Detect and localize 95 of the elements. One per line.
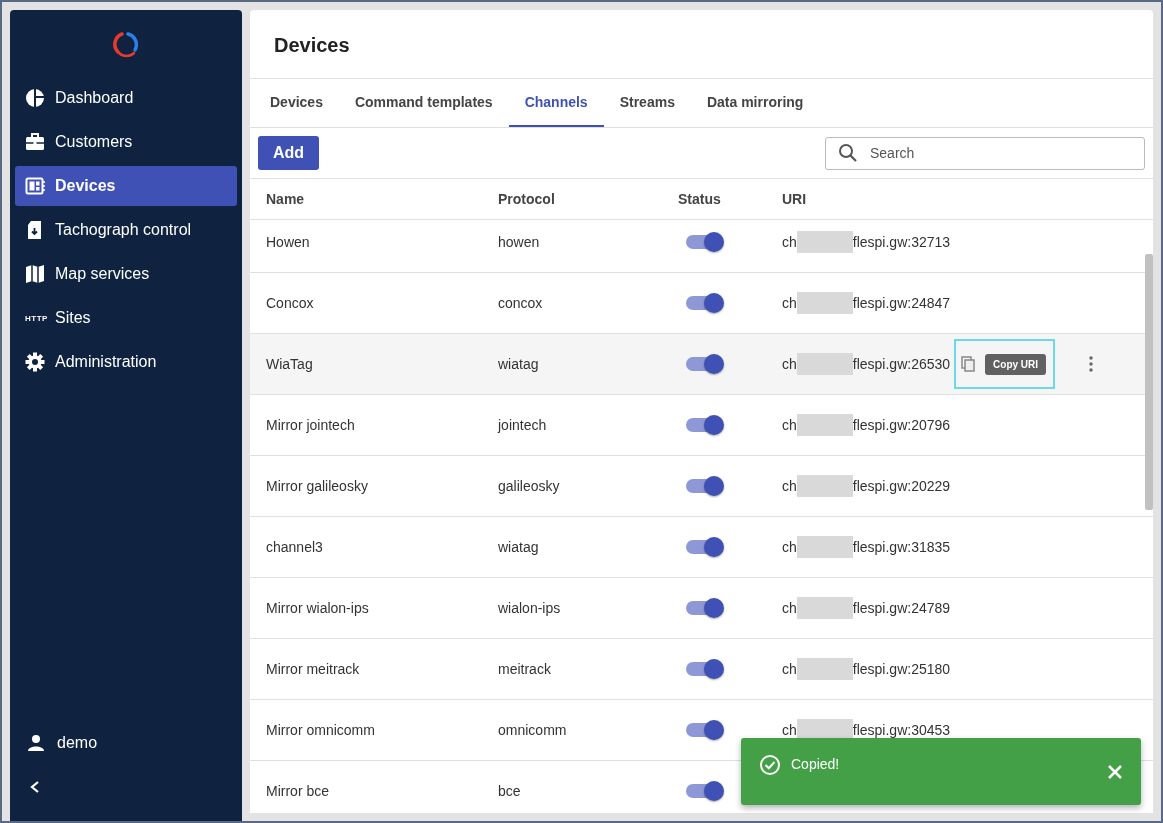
table-cell: galileosky <box>498 478 560 494</box>
logo-icon <box>112 30 140 58</box>
status-toggle[interactable] <box>686 723 722 737</box>
sidebar-item[interactable]: Map services <box>15 254 237 294</box>
settings-icon <box>25 352 45 372</box>
sidebar-item[interactable]: Administration <box>15 342 237 382</box>
uri-text: flespi.gw:26530 <box>852 356 951 372</box>
table-cell: bce <box>498 783 521 799</box>
uri-text: ch <box>782 722 797 738</box>
table-cell: wiatag <box>498 356 539 372</box>
column-header: URI <box>782 191 807 207</box>
table-cell: Concox <box>266 295 314 311</box>
close-icon[interactable] <box>1107 764 1123 780</box>
uri-text: flespi.gw:20796 <box>852 417 951 433</box>
uri-text: ch <box>782 295 797 311</box>
table-cell: Mirror jointech <box>266 417 355 433</box>
copy-icon <box>961 356 976 372</box>
blurred-patch <box>796 231 853 253</box>
blurred-patch <box>796 292 853 314</box>
tab[interactable]: Channels <box>508 79 604 127</box>
uri-text: flespi.gw:24789 <box>852 600 951 616</box>
blurred-patch <box>796 353 853 375</box>
user-name[interactable]: demo <box>57 734 98 752</box>
briefcase-icon <box>25 132 45 152</box>
uri-text: flespi.gw:30453 <box>852 722 951 738</box>
tab[interactable]: Devices <box>254 79 339 127</box>
uri-text: ch <box>782 356 797 372</box>
column-header: Status <box>678 191 721 207</box>
scrollbar-thumb[interactable] <box>1145 254 1153 510</box>
search-field[interactable]: Search <box>825 136 1145 170</box>
column-header: Protocol <box>498 191 555 207</box>
status-toggle[interactable] <box>686 479 722 493</box>
table-cell: meitrack <box>498 661 551 677</box>
blurred-patch <box>796 719 853 741</box>
table-cell: Mirror meitrack <box>266 661 360 677</box>
dashboard-panel-icon <box>25 176 45 196</box>
table-cell: wialon-ips <box>498 600 561 616</box>
uri-text: ch <box>782 478 797 494</box>
uri-text: ch <box>782 539 797 555</box>
sidebar-item[interactable]: HTTP Sites <box>15 298 237 338</box>
uri-text: ch <box>782 417 797 433</box>
table-cell: Mirror omnicomm <box>266 722 375 738</box>
blurred-patch <box>796 536 853 558</box>
table-cell: Howen <box>266 234 310 250</box>
table-cell: wiatag <box>498 539 539 555</box>
status-toggle[interactable] <box>686 784 722 798</box>
status-toggle[interactable] <box>686 662 722 676</box>
uri-text: flespi.gw:25180 <box>852 661 951 677</box>
copy-button[interactable]: Copy URI <box>954 339 1056 389</box>
uri-text: ch <box>782 661 797 677</box>
table-cell: jointech <box>498 417 547 433</box>
http-label: HTTP <box>25 313 48 323</box>
table-cell: WiaTag <box>266 356 313 372</box>
user-icon <box>27 734 45 752</box>
search-icon <box>838 143 858 163</box>
blurred-patch <box>796 597 853 619</box>
blurred-patch <box>796 414 853 436</box>
uri-text: flespi.gw:20229 <box>852 478 951 494</box>
tab[interactable]: Command templates <box>338 79 509 127</box>
table-cell: Mirror wialon-ips <box>266 600 369 616</box>
pie-chart-icon <box>25 88 45 108</box>
tooltip: Copy URI <box>985 353 1047 375</box>
status-toggle[interactable] <box>686 357 722 371</box>
collapse-icon[interactable] <box>29 780 41 794</box>
column-header: Name <box>266 191 305 207</box>
sidebar-item[interactable]: Devices <box>15 166 237 206</box>
status-toggle[interactable] <box>686 418 722 432</box>
uri-text: flespi.gw:32713 <box>852 234 951 250</box>
table-cell: concox <box>498 295 543 311</box>
sidebar-item[interactable]: Customers <box>15 122 237 162</box>
status-toggle[interactable] <box>686 296 722 310</box>
status-toggle[interactable] <box>686 601 722 615</box>
table-cell: howen <box>498 234 540 250</box>
table-cell: channel3 <box>266 539 323 555</box>
sidebar-item[interactable]: Tachograph control <box>15 210 237 250</box>
status-toggle[interactable] <box>686 540 722 554</box>
uri-text: ch <box>782 600 797 616</box>
map-icon <box>25 264 45 284</box>
tab[interactable]: Data mirroring <box>690 79 820 127</box>
uri-text: flespi.gw:31835 <box>852 539 951 555</box>
uri-text: flespi.gw:24847 <box>852 295 951 311</box>
check-circle-icon <box>759 754 781 776</box>
blurred-patch <box>796 475 853 497</box>
page-title: Devices <box>250 10 1153 79</box>
tab[interactable]: Streams <box>603 79 691 127</box>
status-toggle[interactable] <box>686 235 722 249</box>
sidebar-item[interactable]: Dashboard <box>15 78 237 118</box>
table-cell: omnicomm <box>498 722 567 738</box>
add-button[interactable]: Add <box>258 136 319 170</box>
blurred-patch <box>796 658 853 680</box>
toast-message: Copied! <box>791 755 840 774</box>
table-cell: Mirror bce <box>266 783 329 799</box>
table-cell: Mirror galileosky <box>266 478 368 494</box>
more-vert-icon[interactable] <box>1089 356 1094 372</box>
uri-text: ch <box>782 234 797 250</box>
